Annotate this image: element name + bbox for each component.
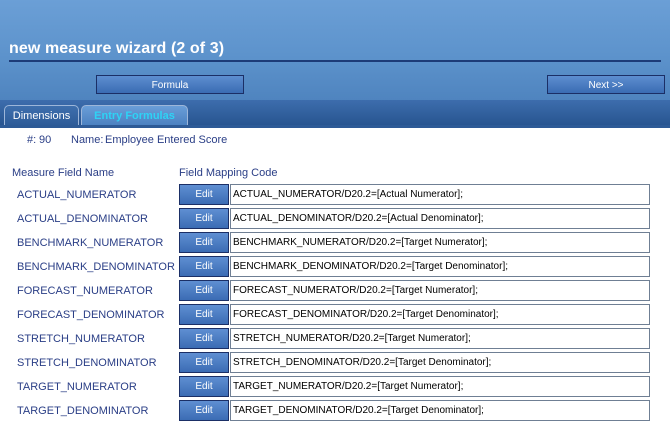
measure-number: 90 — [39, 134, 52, 146]
tab-dimensions[interactable]: Dimensions — [4, 105, 79, 126]
column-header-field-name: Measure Field Name — [12, 167, 115, 179]
measure-field-name: FORECAST_DENOMINATOR — [17, 309, 165, 321]
list-item: STRETCH_DENOMINATOR Edit STRETCH_DENOMIN… — [0, 351, 670, 375]
column-header-mapping-code: Field Mapping Code — [179, 167, 278, 179]
edit-button[interactable]: Edit — [179, 256, 229, 277]
tab-entry-formulas[interactable]: Entry Formulas — [81, 105, 188, 126]
edit-button[interactable]: Edit — [179, 184, 229, 205]
measure-field-name: TARGET_DENOMINATOR — [17, 405, 149, 417]
edit-button[interactable]: Edit — [179, 232, 229, 253]
field-mapping-code: STRETCH_NUMERATOR/D20.2=[Target Numerato… — [230, 328, 650, 349]
field-mapping-code: TARGET_DENOMINATOR/D20.2=[Target Denomin… — [230, 400, 650, 421]
edit-button[interactable]: Edit — [179, 208, 229, 229]
field-mapping-code: BENCHMARK_DENOMINATOR/D20.2=[Target Deno… — [230, 256, 650, 277]
edit-button[interactable]: Edit — [179, 304, 229, 325]
measure-field-name: STRETCH_NUMERATOR — [17, 333, 145, 345]
edit-button[interactable]: Edit — [179, 376, 229, 397]
tab-underline — [0, 125, 670, 128]
page-title: new measure wizard (2 of 3) — [9, 40, 225, 57]
list-item: ACTUAL_DENOMINATOR Edit ACTUAL_DENOMINAT… — [0, 207, 670, 231]
field-mapping-code: BENCHMARK_NUMERATOR/D20.2=[Target Numera… — [230, 232, 650, 253]
field-mapping-code: FORECAST_NUMERATOR/D20.2=[Target Numerat… — [230, 280, 650, 301]
next-button[interactable]: Next >> — [547, 75, 665, 94]
measure-field-name: ACTUAL_DENOMINATOR — [17, 213, 149, 225]
list-item: TARGET_DENOMINATOR Edit TARGET_DENOMINAT… — [0, 399, 670, 423]
wizard-header: new measure wizard (2 of 3) Formula Next… — [0, 0, 670, 100]
title-divider — [9, 60, 661, 62]
list-item: BENCHMARK_NUMERATOR Edit BENCHMARK_NUMER… — [0, 231, 670, 255]
measure-field-name: BENCHMARK_DENOMINATOR — [17, 261, 175, 273]
edit-button[interactable]: Edit — [179, 352, 229, 373]
measure-field-name: STRETCH_DENOMINATOR — [17, 357, 157, 369]
field-mapping-code: ACTUAL_NUMERATOR/D20.2=[Actual Numerator… — [230, 184, 650, 205]
field-mapping-code: ACTUAL_DENOMINATOR/D20.2=[Actual Denomin… — [230, 208, 650, 229]
edit-button[interactable]: Edit — [179, 280, 229, 301]
list-item: STRETCH_NUMERATOR Edit STRETCH_NUMERATOR… — [0, 327, 670, 351]
measure-field-name: TARGET_NUMERATOR — [17, 381, 137, 393]
list-item: FORECAST_NUMERATOR Edit FORECAST_NUMERAT… — [0, 279, 670, 303]
edit-button[interactable]: Edit — [179, 400, 229, 421]
measure-name: Employee Entered Score — [105, 134, 228, 146]
measure-field-name: BENCHMARK_NUMERATOR — [17, 237, 164, 249]
list-item: BENCHMARK_DENOMINATOR Edit BENCHMARK_DEN… — [0, 255, 670, 279]
formula-button[interactable]: Formula — [96, 75, 244, 94]
list-item: ACTUAL_NUMERATOR Edit ACTUAL_NUMERATOR/D… — [0, 183, 670, 207]
list-item: FORECAST_DENOMINATOR Edit FORECAST_DENOM… — [0, 303, 670, 327]
field-mapping-code: STRETCH_DENOMINATOR/D20.2=[Target Denomi… — [230, 352, 650, 373]
measure-number-label: #: — [27, 134, 37, 146]
field-mapping-code: TARGET_NUMERATOR/D20.2=[Target Numerator… — [230, 376, 650, 397]
edit-button[interactable]: Edit — [179, 328, 229, 349]
measure-name-label: Name: — [71, 134, 104, 146]
list-item: TARGET_NUMERATOR Edit TARGET_NUMERATOR/D… — [0, 375, 670, 399]
field-mapping-code: FORECAST_DENOMINATOR/D20.2=[Target Denom… — [230, 304, 650, 325]
measure-field-name: ACTUAL_NUMERATOR — [17, 189, 137, 201]
measure-field-name: FORECAST_NUMERATOR — [17, 285, 153, 297]
tab-bar: Dimensions Entry Formulas — [0, 100, 670, 126]
